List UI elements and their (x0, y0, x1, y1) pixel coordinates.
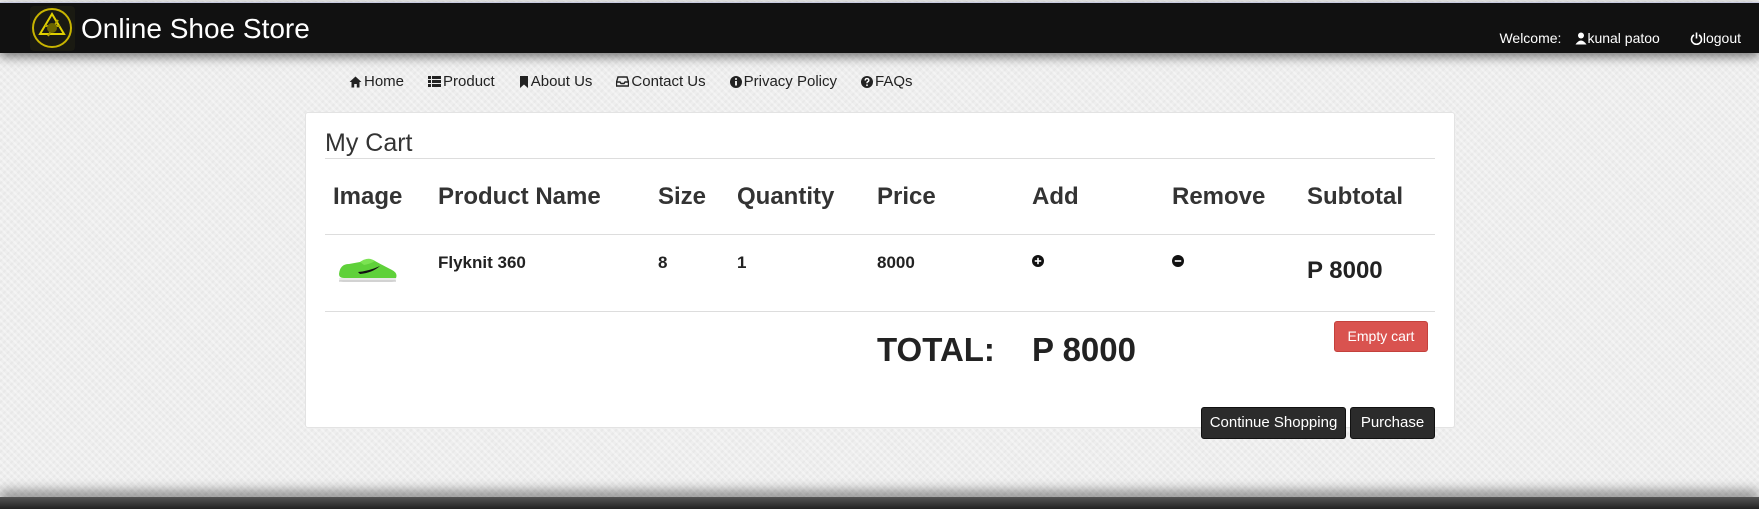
logout-link[interactable]: logout (1690, 30, 1741, 46)
product-size: 8 (658, 253, 668, 272)
page-title: My Cart (325, 129, 413, 157)
nav-item-faqs[interactable]: FAQs (860, 73, 913, 90)
store-logo[interactable] (30, 6, 75, 51)
user-bar: Welcome: kunal patoo logout (1499, 30, 1741, 46)
logout-label: logout (1702, 30, 1741, 46)
column-header-quantity: Quantity (737, 183, 835, 210)
nav-label-privacy: Privacy Policy (743, 73, 837, 90)
footer-bar (0, 497, 1759, 509)
row-divider (325, 311, 1435, 312)
nav-item-product[interactable]: Product (428, 73, 495, 90)
nav-label-product: Product (443, 73, 495, 90)
minus-circle-icon[interactable] (1172, 254, 1184, 272)
nav-label-home: Home (364, 73, 405, 90)
username: kunal patoo (1587, 30, 1660, 46)
nav-label-about: About Us (530, 73, 593, 90)
bookmark-icon (519, 75, 528, 88)
title-divider (325, 158, 1435, 159)
list-icon (428, 76, 442, 87)
cart-panel: My Cart Image Product Name Size Quantity… (305, 112, 1455, 428)
column-header-price: Price (877, 183, 936, 210)
nav-item-home[interactable]: Home (349, 73, 404, 90)
row-subtotal: P 8000 (1307, 257, 1383, 284)
power-icon (1690, 32, 1703, 45)
nav-label-faqs: FAQs (874, 73, 913, 90)
info-icon (729, 75, 742, 88)
product-price: 8000 (877, 253, 915, 272)
total-label: TOTAL: (877, 331, 995, 368)
column-header-size: Size (658, 183, 707, 210)
plus-circle-icon[interactable] (1032, 254, 1044, 272)
column-header-product-name: Product Name (438, 183, 601, 210)
total-value: P 8000 (1032, 331, 1136, 368)
question-icon (860, 75, 873, 88)
home-icon (349, 76, 362, 87)
main-nav: Home Product About Us Contact Us Privacy… (349, 73, 937, 90)
inbox-icon (616, 76, 630, 87)
top-navbar: Online Shoe Store Welcome: kunal patoo l… (0, 2, 1759, 53)
product-name: Flyknit 360 (438, 253, 526, 272)
green-shoe-image (336, 251, 400, 292)
nav-label-contact: Contact Us (631, 73, 706, 90)
user-icon (1575, 32, 1587, 44)
brand-title[interactable]: Online Shoe Store (81, 13, 310, 45)
column-header-subtotal: Subtotal (1307, 183, 1403, 210)
nav-item-about[interactable]: About Us (519, 73, 593, 90)
column-header-image: Image (333, 183, 403, 210)
purchase-button[interactable]: Purchase (1350, 407, 1435, 439)
product-quantity: 1 (737, 253, 747, 272)
column-header-add: Add (1032, 183, 1079, 210)
continue-shopping-button[interactable]: Continue Shopping (1201, 407, 1346, 439)
nav-item-contact[interactable]: Contact Us (616, 73, 706, 90)
welcome-label: Welcome: (1499, 30, 1562, 46)
header-divider (325, 234, 1435, 235)
user-link[interactable]: kunal patoo (1575, 30, 1660, 46)
column-header-remove: Remove (1172, 183, 1266, 210)
nav-item-privacy[interactable]: Privacy Policy (729, 73, 837, 90)
empty-cart-button[interactable]: Empty cart (1334, 321, 1428, 352)
